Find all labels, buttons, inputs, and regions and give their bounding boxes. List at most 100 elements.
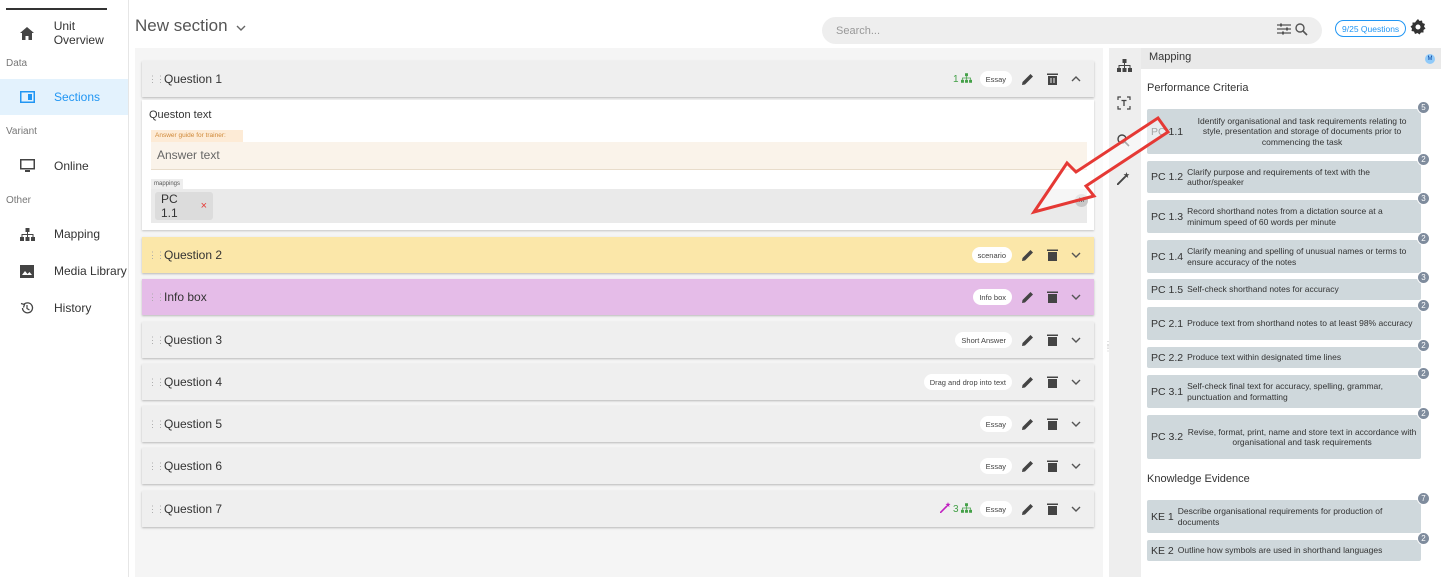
edit-icon[interactable] xyxy=(1020,289,1036,305)
mapping-panel: Mapping M Performance Criteria PC 1.1 Id… xyxy=(1141,48,1441,577)
image-icon xyxy=(0,264,54,278)
edit-icon[interactable] xyxy=(1020,374,1036,390)
delete-icon[interactable] xyxy=(1044,501,1060,517)
drag-handle-icon[interactable]: ⋮⋮ xyxy=(142,419,165,430)
question-actions: 1 Essay xyxy=(953,71,1094,87)
criterion-pc-3-1[interactable]: PC 3.1 Self-check final text for accurac… xyxy=(1147,367,1430,408)
criterion-ke-1[interactable]: KE 1 Describe organisational requirement… xyxy=(1147,492,1430,533)
criterion-ke-2[interactable]: KE 2 Outline how symbols are used in sho… xyxy=(1147,532,1430,561)
edit-icon[interactable] xyxy=(1020,332,1036,348)
drag-handle-icon[interactable]: ⋮⋮ xyxy=(142,504,165,515)
mapping-badge: M xyxy=(1075,194,1088,207)
delete-icon[interactable] xyxy=(1044,289,1060,305)
nav-label: Mapping xyxy=(54,227,101,241)
mapping-chip[interactable]: PC 1.1 × xyxy=(155,192,213,220)
criterion-desc: Record shorthand notes from a dictation … xyxy=(1187,206,1383,227)
chevron-down-icon[interactable] xyxy=(1068,247,1084,263)
criterion-desc: Describe organisational requirements for… xyxy=(1177,506,1383,527)
criterion-count-badge: 2 xyxy=(1417,367,1430,380)
performance-criteria-title: Performance Criteria xyxy=(1147,82,1249,94)
criterion-code: PC 1.4 xyxy=(1151,250,1184,263)
question-actions: Essay xyxy=(979,458,1094,474)
answer-guide-field[interactable]: Answer text xyxy=(151,142,1087,170)
search-input[interactable]: Search... xyxy=(836,25,1277,37)
criterion-code: PC 2.2 xyxy=(1151,351,1184,364)
question-type-badge: scenario xyxy=(971,247,1012,263)
chevron-down-icon[interactable] xyxy=(1068,416,1084,432)
criterion-pc-1-4[interactable]: PC 1.4 Clarify meaning and spelling of u… xyxy=(1147,232,1430,273)
chevron-down-icon[interactable] xyxy=(1068,458,1084,474)
nav-label: History xyxy=(54,301,92,315)
knowledge-evidence-title: Knowledge Evidence xyxy=(1147,473,1250,485)
edit-icon[interactable] xyxy=(1020,458,1036,474)
delete-icon[interactable] xyxy=(1044,458,1060,474)
filter-icon[interactable] xyxy=(1277,23,1291,39)
text-extract-icon[interactable] xyxy=(1117,96,1131,113)
drag-handle-icon[interactable]: ⋮⋮ xyxy=(142,74,165,85)
search-bar[interactable]: Search... xyxy=(822,17,1322,44)
criterion-count-badge: 3 xyxy=(1417,271,1430,284)
drag-handle-icon[interactable]: ⋮⋮ xyxy=(142,335,165,346)
criterion-pc-1-1[interactable]: PC 1.1 Identify organisational and task … xyxy=(1147,101,1430,154)
criterion-pc-3-2[interactable]: PC 3.2 Revise, format, print, name and s… xyxy=(1147,407,1430,459)
drag-handle-icon[interactable]: ⋮⋮ xyxy=(142,377,165,388)
criterion-pc-1-3[interactable]: PC 1.3 Record shorthand notes from a dic… xyxy=(1147,192,1430,233)
monitor-icon xyxy=(0,159,54,173)
nav-item-sections[interactable]: Sections xyxy=(0,79,128,115)
question-row-6[interactable]: ⋮⋮ Question 6 Essay xyxy=(142,448,1094,484)
remove-chip-icon[interactable]: × xyxy=(201,200,207,212)
question-actions: scenario xyxy=(971,247,1094,263)
criterion-pc-2-2[interactable]: PC 2.2 Produce text within designated ti… xyxy=(1147,339,1430,368)
criterion-pc-2-1[interactable]: PC 2.1 Produce text from shorthand notes… xyxy=(1147,299,1430,340)
delete-icon[interactable] xyxy=(1044,374,1060,390)
chevron-down-icon[interactable] xyxy=(1068,289,1084,305)
delete-icon[interactable] xyxy=(1044,332,1060,348)
search-icon[interactable] xyxy=(1295,22,1308,39)
chevron-down-icon[interactable] xyxy=(1068,332,1084,348)
chevron-up-icon[interactable] xyxy=(1068,71,1084,87)
edit-icon[interactable] xyxy=(1020,71,1036,87)
sections-icon xyxy=(0,91,54,103)
mappings-drop-zone[interactable]: PC 1.1 × M xyxy=(151,189,1088,223)
search-icon[interactable] xyxy=(1117,134,1130,150)
nav-item-unit-overview[interactable]: Unit Overview xyxy=(0,15,128,51)
mapping-icon[interactable] xyxy=(1117,59,1132,75)
nav-item-mapping[interactable]: Mapping xyxy=(0,216,128,252)
chevron-down-icon[interactable] xyxy=(1068,501,1084,517)
gear-icon[interactable] xyxy=(1410,19,1426,38)
question-row-7[interactable]: ⋮⋮ Question 7 3 Essay xyxy=(142,491,1094,527)
criterion-count-badge: 3 xyxy=(1417,192,1430,205)
edit-icon[interactable] xyxy=(1020,247,1036,263)
nav-label: Media Library xyxy=(54,264,127,278)
delete-icon[interactable] xyxy=(1044,247,1060,263)
magic-wand-icon[interactable] xyxy=(1116,172,1130,188)
mapping-count-value: 1 xyxy=(953,73,959,85)
question-text[interactable]: Queston text xyxy=(149,109,211,121)
question-row-3[interactable]: ⋮⋮ Question 3 Short Answer xyxy=(142,322,1094,358)
delete-icon[interactable] xyxy=(1044,416,1060,432)
question-row-5[interactable]: ⋮⋮ Question 5 Essay xyxy=(142,406,1094,442)
criterion-code: PC 1.5 xyxy=(1151,283,1184,296)
mapping-panel-header: Mapping M xyxy=(1141,48,1441,69)
nav-item-media-library[interactable]: Media Library xyxy=(0,253,128,289)
nav-item-history[interactable]: History xyxy=(0,290,128,326)
criterion-pc-1-5[interactable]: PC 1.5 Self-check shorthand notes for ac… xyxy=(1147,271,1430,300)
edit-icon[interactable] xyxy=(1020,416,1036,432)
criterion-code: PC 3.2 xyxy=(1151,431,1184,443)
question-name: Info box xyxy=(164,290,207,304)
criterion-count-badge: 2 xyxy=(1417,299,1430,312)
criterion-pc-1-2[interactable]: PC 1.2 Clarify purpose and requirements … xyxy=(1147,153,1430,193)
page-title: New section xyxy=(135,16,228,35)
nav-item-online[interactable]: Online xyxy=(0,148,128,184)
question-row-2[interactable]: ⋮⋮ Question 2 scenario xyxy=(142,237,1094,273)
drag-handle-icon[interactable]: ⋮⋮ xyxy=(142,250,165,261)
chevron-down-icon[interactable] xyxy=(1068,374,1084,390)
info-box-row[interactable]: ⋮⋮ Info box Info box xyxy=(142,279,1094,315)
drag-handle-icon[interactable]: ⋮⋮ xyxy=(142,461,165,472)
delete-icon[interactable] xyxy=(1044,71,1060,87)
drag-handle-icon[interactable]: ⋮⋮ xyxy=(142,292,165,303)
section-title-dropdown[interactable]: New section xyxy=(135,16,246,36)
question-row-1[interactable]: ⋮⋮ Question 1 1 Essay xyxy=(142,61,1094,97)
edit-icon[interactable] xyxy=(1020,501,1036,517)
question-row-4[interactable]: ⋮⋮ Question 4 Drag and drop into text xyxy=(142,364,1094,400)
